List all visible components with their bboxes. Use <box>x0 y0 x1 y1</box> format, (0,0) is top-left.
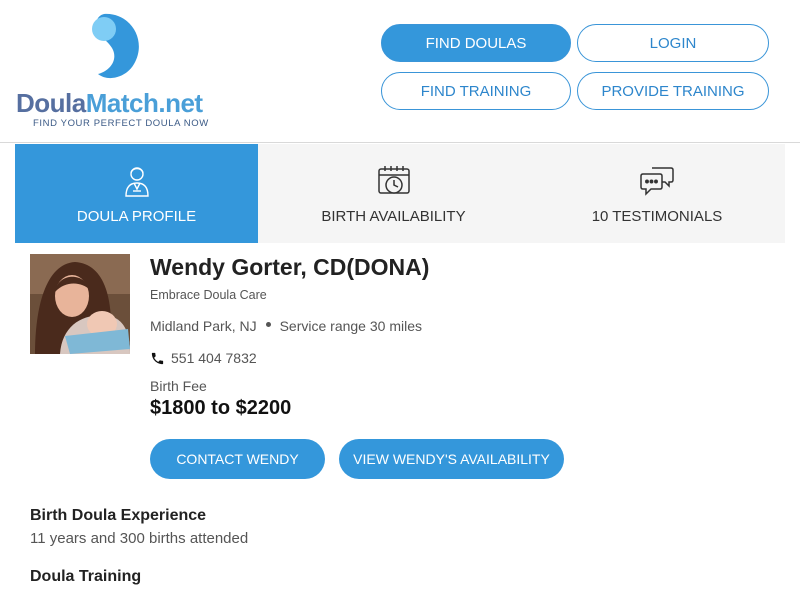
doula-location: Midland Park, NJ <box>150 318 257 334</box>
doula-organization: Embrace Doula Care <box>150 288 267 302</box>
separator-dot <box>265 321 271 327</box>
service-range: Service range 30 miles <box>279 318 422 334</box>
phone-icon <box>151 352 164 364</box>
profile-tabs: DOULA PROFILE BIRTH AVAILABILITY 10 TEST… <box>15 144 785 243</box>
find-training-button[interactable]: FIND TRAINING <box>381 72 571 110</box>
logo-wordmark: DoulaMatch.net <box>16 88 203 118</box>
tab-testimonials[interactable]: 10 TESTIMONIALS <box>529 144 785 243</box>
site-header: DoulaMatch.net FIND YOUR PERFECT DOULA N… <box>0 0 800 143</box>
logo-tagline: FIND YOUR PERFECT DOULA NOW <box>33 118 209 129</box>
training-heading: Doula Training <box>30 568 142 585</box>
logo-drop-icon <box>92 13 139 79</box>
phone-row[interactable]: 551 404 7832 <box>150 350 257 366</box>
site-logo[interactable]: DoulaMatch.net FIND YOUR PERFECT DOULA N… <box>16 12 216 130</box>
phone-number[interactable]: 551 404 7832 <box>171 350 257 366</box>
experience-text: 11 years and 300 births attended <box>30 530 249 547</box>
provide-training-button[interactable]: PROVIDE TRAINING <box>577 72 769 110</box>
tab-label: DOULA PROFILE <box>76 208 197 225</box>
birth-fee-value: $1800 to $2200 <box>150 397 292 419</box>
chat-bubbles-icon <box>640 167 674 196</box>
tab-label: 10 TESTIMONIALS <box>591 208 723 225</box>
tab-birth-availability[interactable]: BIRTH AVAILABILITY <box>258 144 529 243</box>
view-availability-button[interactable]: VIEW WENDY'S AVAILABILITY <box>339 439 564 479</box>
login-button[interactable]: LOGIN <box>577 24 769 62</box>
find-doulas-button[interactable]: FIND DOULAS <box>381 24 571 62</box>
doula-location-row: Midland Park, NJ Service range 30 miles <box>150 318 422 334</box>
contact-button[interactable]: CONTACT WENDY <box>150 439 325 479</box>
tab-label: BIRTH AVAILABILITY <box>321 208 466 225</box>
experience-heading: Birth Doula Experience <box>30 507 207 524</box>
doula-photo <box>30 254 130 354</box>
tab-doula-profile[interactable]: DOULA PROFILE <box>15 144 258 243</box>
birth-fee-label: Birth Fee <box>150 378 207 394</box>
calendar-clock-icon <box>377 166 410 194</box>
doula-name: Wendy Gorter, CD(DONA) <box>150 254 430 280</box>
doula-profile-icon <box>124 167 149 197</box>
